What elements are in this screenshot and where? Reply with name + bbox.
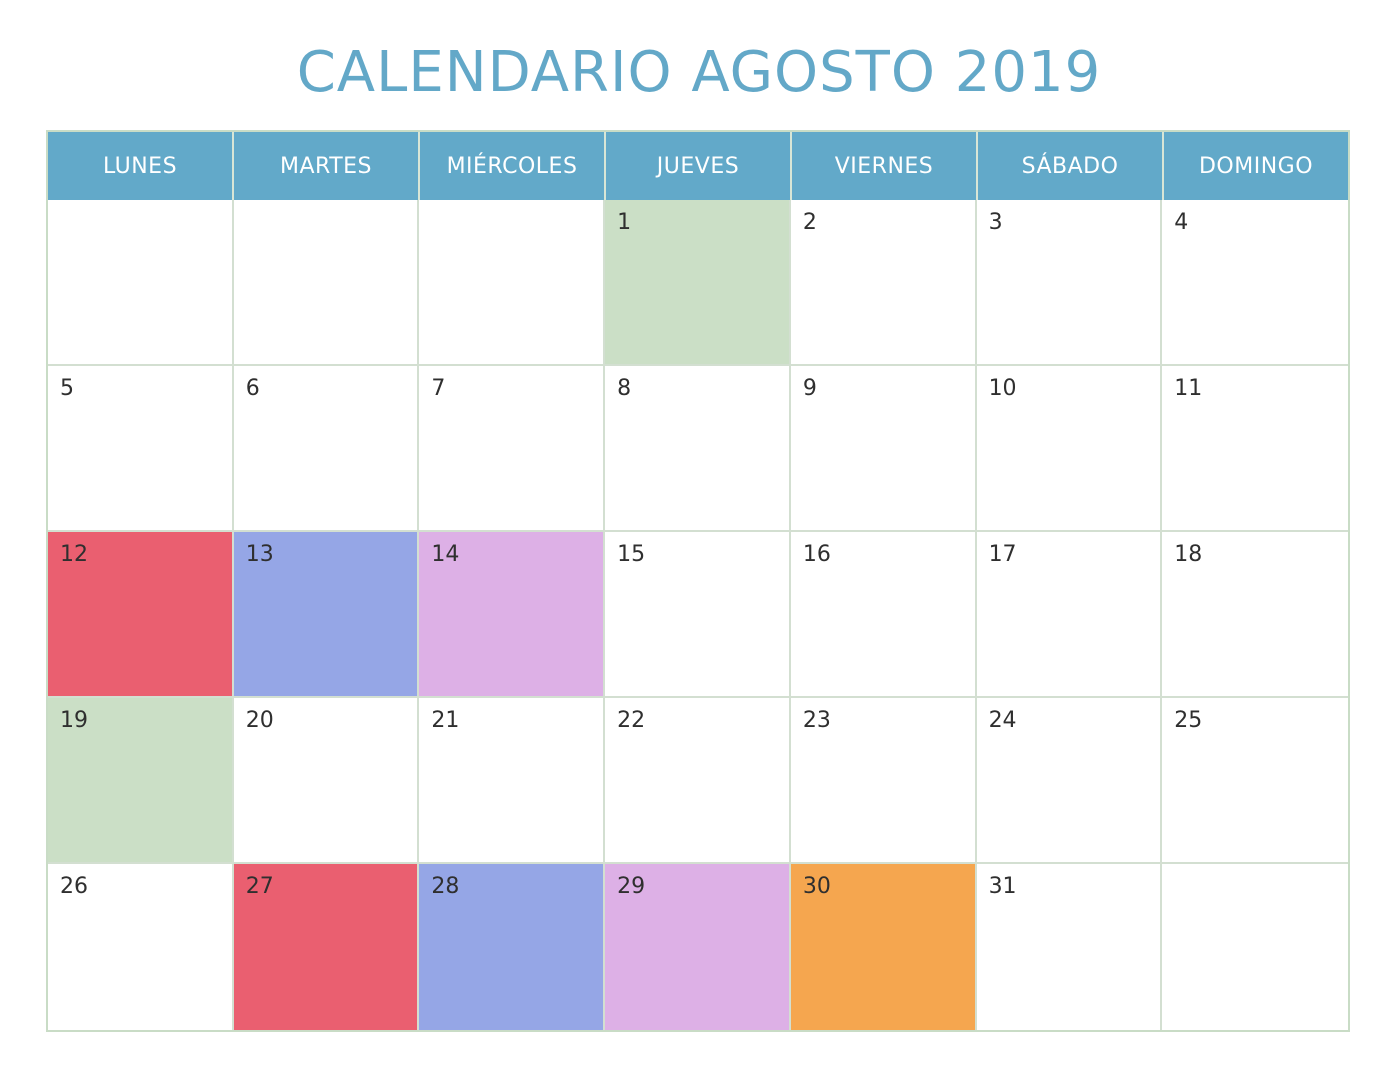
day-number: 7 — [431, 376, 446, 401]
day-cell[interactable]: 26 — [48, 864, 234, 1030]
day-cell[interactable]: 3 — [976, 200, 1163, 366]
day-cell[interactable]: 21 — [419, 698, 606, 864]
day-number: 3 — [988, 210, 1003, 235]
day-number: 30 — [802, 874, 831, 899]
weekday-header-row: LUNES MARTES MIÉRCOLES JUEVES VIERNES SÁ… — [48, 132, 1348, 200]
day-number: 24 — [988, 708, 1017, 733]
day-cell[interactable]: 24 — [976, 698, 1163, 864]
calendar-table: LUNES MARTES MIÉRCOLES JUEVES VIERNES SÁ… — [46, 130, 1350, 1032]
day-cell[interactable]: 6 — [233, 366, 420, 532]
day-number: 8 — [617, 376, 632, 401]
day-number: 9 — [802, 376, 817, 401]
weekday-header: DOMINGO — [1164, 132, 1348, 200]
day-grid: 1 2 3 4 5 6 7 8 9 10 11 12 13 14 15 16 17 18 19 20 21 22 23 24 2… — [48, 200, 1348, 1030]
day-cell[interactable] — [48, 200, 234, 366]
day-cell[interactable]: 17 — [976, 532, 1163, 698]
day-cell[interactable]: 20 — [233, 698, 420, 864]
calendar-title: CALENDARIO AGOSTO 2019 — [296, 40, 1102, 105]
day-cell[interactable]: 8 — [605, 366, 791, 532]
day-cell[interactable]: 25 — [1162, 698, 1348, 864]
day-number: 11 — [1174, 376, 1203, 401]
day-cell[interactable]: 9 — [790, 366, 977, 532]
day-cell[interactable] — [1162, 864, 1348, 1030]
weekday-header: MARTES — [234, 132, 420, 200]
weekday-header: MIÉRCOLES — [420, 132, 606, 200]
day-cell[interactable]: 29 — [605, 864, 791, 1030]
day-cell[interactable]: 18 — [1162, 532, 1348, 698]
day-cell[interactable]: 31 — [976, 864, 1163, 1030]
day-cell[interactable] — [419, 200, 606, 366]
day-number: 14 — [431, 542, 460, 567]
day-number: 25 — [1174, 708, 1203, 733]
day-number: 4 — [1174, 210, 1189, 235]
day-number: 12 — [60, 542, 88, 567]
day-cell[interactable]: 14 — [419, 532, 606, 698]
day-cell[interactable]: 10 — [976, 366, 1163, 532]
day-number: 19 — [60, 708, 88, 733]
weekday-header: SÁBADO — [978, 132, 1164, 200]
day-cell[interactable]: 15 — [605, 532, 791, 698]
day-number: 20 — [245, 708, 274, 733]
day-cell[interactable]: 22 — [605, 698, 791, 864]
day-number: 29 — [617, 874, 646, 899]
day-number: 2 — [802, 210, 817, 235]
day-number: 17 — [988, 542, 1017, 567]
day-cell[interactable]: 1 — [605, 200, 791, 366]
day-cell[interactable]: 4 — [1162, 200, 1348, 366]
weekday-header: VIERNES — [792, 132, 978, 200]
day-number: 28 — [431, 874, 460, 899]
weekday-header: LUNES — [48, 132, 234, 200]
day-number: 16 — [802, 542, 831, 567]
day-number: 15 — [617, 542, 646, 567]
day-cell[interactable]: 11 — [1162, 366, 1348, 532]
day-cell[interactable]: 27 — [233, 864, 420, 1030]
day-number: 6 — [245, 376, 260, 401]
day-number: 5 — [60, 376, 74, 401]
day-cell[interactable]: 5 — [48, 366, 234, 532]
day-cell[interactable]: 30 — [790, 864, 977, 1030]
day-cell[interactable]: 7 — [419, 366, 606, 532]
day-number: 10 — [988, 376, 1017, 401]
weekday-header: JUEVES — [606, 132, 792, 200]
day-number: 22 — [617, 708, 646, 733]
day-cell[interactable]: 12 — [48, 532, 234, 698]
day-number: 23 — [802, 708, 831, 733]
day-number: 27 — [245, 874, 274, 899]
day-number: 13 — [245, 542, 274, 567]
day-cell[interactable]: 28 — [419, 864, 606, 1030]
day-number: 1 — [617, 210, 632, 235]
day-cell[interactable]: 2 — [790, 200, 977, 366]
day-cell[interactable]: 13 — [233, 532, 420, 698]
day-cell[interactable]: 19 — [48, 698, 234, 864]
day-cell[interactable]: 23 — [790, 698, 977, 864]
day-cell[interactable] — [233, 200, 420, 366]
day-number: 26 — [60, 874, 88, 899]
day-number: 31 — [988, 874, 1017, 899]
day-cell[interactable]: 16 — [790, 532, 977, 698]
day-number: 21 — [431, 708, 460, 733]
day-number: 18 — [1174, 542, 1203, 567]
